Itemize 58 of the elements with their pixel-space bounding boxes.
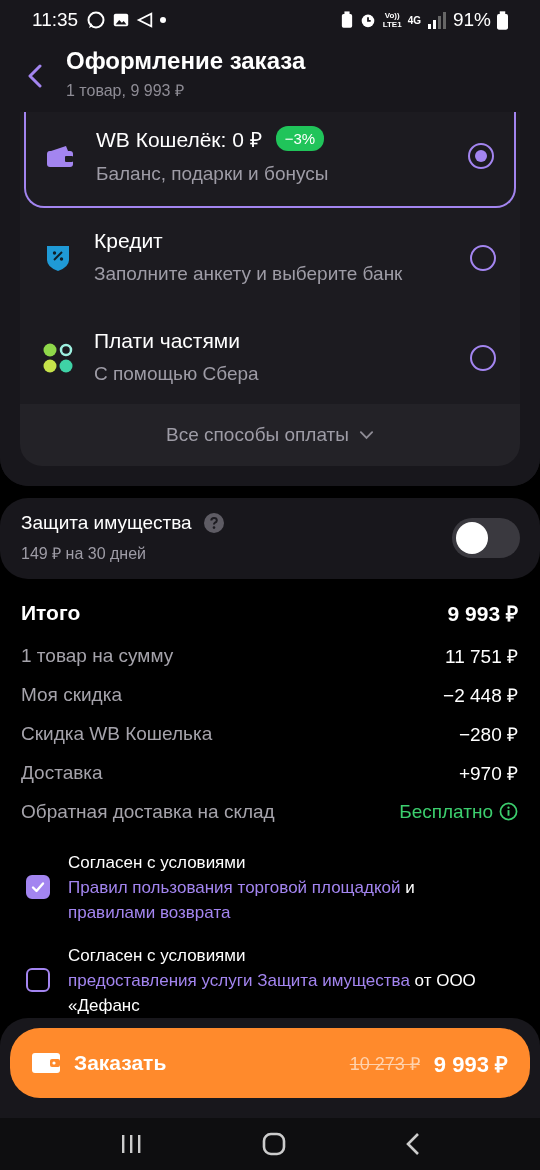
signal-icon xyxy=(426,11,447,29)
home-icon[interactable] xyxy=(262,1131,286,1156)
four-dots-icon xyxy=(42,342,74,374)
chat-icon xyxy=(86,10,107,30)
total-label: Итого xyxy=(21,600,81,625)
option-description: Заполните анкету и выберите банк xyxy=(94,261,404,286)
percent-shield-icon xyxy=(46,244,70,272)
total-value: 9 993 ₽ xyxy=(447,600,518,627)
info-icon[interactable] xyxy=(499,802,518,822)
volte-label: Vo)) LTE1 xyxy=(382,11,402,29)
link[interactable]: правилами возврата xyxy=(68,902,231,922)
discount-badge: −3% xyxy=(275,126,325,151)
protection-title: Защита имущества xyxy=(21,512,192,535)
wallet-icon xyxy=(46,145,74,167)
network-label: 4G xyxy=(407,14,421,26)
checkbox[interactable] xyxy=(26,968,50,993)
back-icon[interactable] xyxy=(404,1131,421,1156)
radio-button[interactable] xyxy=(468,143,494,169)
option-title: Плати частями xyxy=(94,328,241,353)
protection-toggle[interactable] xyxy=(452,518,520,559)
help-icon[interactable] xyxy=(203,513,224,534)
wallet-icon xyxy=(32,1052,60,1073)
option-description: Баланс, подарки и бонусы xyxy=(96,161,330,186)
option-description: С помощью Сбера xyxy=(94,361,260,386)
protection-price: 149 ₽ на 30 дней xyxy=(21,544,147,565)
link[interactable]: Защита имущества xyxy=(257,970,410,990)
agreement-text: Согласен с условиями Правил пользования торговой площадкой и правилами возврата xyxy=(68,851,416,924)
battery-saver-icon xyxy=(340,11,353,29)
dot-icon xyxy=(160,17,167,23)
summary-value: −2 448 ₽ xyxy=(443,683,518,708)
page-title: Оформление заказа xyxy=(66,47,306,75)
link[interactable]: предоставления услуги xyxy=(68,970,258,990)
link[interactable]: торговой площадкой xyxy=(237,877,401,897)
battery-icon xyxy=(497,10,508,30)
summary-value: Бесплатно xyxy=(399,800,493,823)
order-summary: 1 товар, 9 993 ₽ xyxy=(66,81,185,101)
summary-value: −280 ₽ xyxy=(458,722,518,747)
send-icon xyxy=(136,11,155,29)
summary-label: 1 товар на сумму xyxy=(21,644,174,667)
summary-value: +970 ₽ xyxy=(458,761,518,786)
radio-button[interactable] xyxy=(470,245,496,271)
summary-value: 11 751 ₽ xyxy=(445,644,518,669)
radio-button[interactable] xyxy=(470,345,496,371)
link[interactable]: Правил пользования xyxy=(68,877,238,897)
summary-label: Скидка WB Кошелька xyxy=(21,722,213,745)
chevron-down-icon xyxy=(358,430,374,440)
checkbox[interactable] xyxy=(26,875,50,900)
option-title: Кредит xyxy=(94,228,163,253)
summary-label: Обратная доставка на склад xyxy=(21,800,275,823)
battery-percent: 91% xyxy=(452,9,491,31)
agreement-text: Согласен с условиями предоставления услуги Защита имущества от ООО «Дефанс xyxy=(68,944,477,1017)
all-payment-methods-button[interactable]: Все способы оплаты xyxy=(20,404,520,466)
option-title: WB Кошелёк: 0 ₽ xyxy=(96,126,262,153)
image-icon xyxy=(112,11,131,29)
summary-label: Доставка xyxy=(21,761,103,784)
payment-option[interactable]: WB Кошелёк: 0 ₽ −3% Баланс, подарки и бонусы xyxy=(24,112,516,208)
summary-label: Моя скидка xyxy=(21,683,122,706)
status-time: 11:35 xyxy=(32,9,79,31)
